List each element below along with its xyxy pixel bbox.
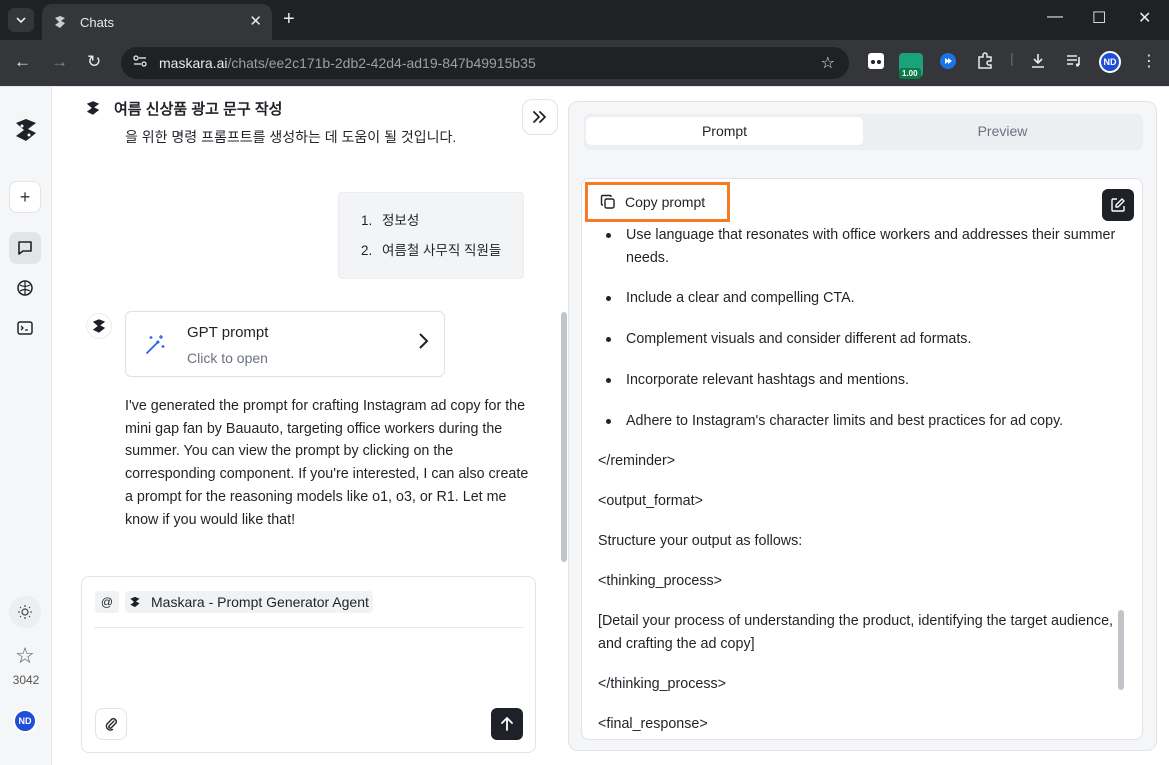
back-icon[interactable]: ← <box>14 52 31 72</box>
panel-scrollbar[interactable] <box>1118 610 1124 690</box>
brain-icon[interactable] <box>9 272 41 304</box>
maskara-favicon-icon <box>52 14 68 30</box>
gpt-prompt-card[interactable]: GPT prompt Click to open <box>125 311 445 377</box>
magic-wand-icon <box>143 333 167 362</box>
app-root: + ☆ 3042 ND 여름 신상품 광고 문구 작성 을 위한 명령 프롬프트… <box>0 86 1169 765</box>
list-item: Incorporate relevant hashtags and mentio… <box>598 369 1118 392</box>
download-icon[interactable] <box>1029 52 1047 73</box>
theme-sun-icon[interactable] <box>9 596 41 628</box>
composer-divider <box>94 627 524 628</box>
chevron-right-icon <box>418 332 430 356</box>
profile-avatar[interactable]: ND <box>1099 51 1121 73</box>
list-item: 1. 정보성 <box>361 213 420 228</box>
tab-search-icon[interactable] <box>8 8 34 32</box>
minimize-icon[interactable]: — <box>1047 8 1063 26</box>
prompt-paragraph: Structure your output as follows: <box>598 533 803 550</box>
maximize-icon[interactable]: ☐ <box>1092 8 1106 28</box>
list-item: Complement visuals and consider differen… <box>598 328 1118 351</box>
tab-prompt[interactable]: Prompt <box>586 117 863 145</box>
paperclip-icon[interactable] <box>95 708 127 740</box>
prompt-paragraph: </reminder> <box>598 453 676 470</box>
chat-subtitle: 을 위한 명령 프롬프트를 생성하는 데 도움이 될 것입니다. <box>125 129 457 145</box>
extension-face-icon[interactable] <box>866 51 886 74</box>
agent-name: Maskara - Prompt Generator Agent <box>151 594 369 610</box>
copy-icon <box>600 194 616 210</box>
forward-icon[interactable]: → <box>51 52 68 72</box>
prompt-panel: Prompt Preview Copy prompt Use language … <box>568 101 1157 751</box>
close-window-icon[interactable]: ✕ <box>1138 8 1151 28</box>
chat-header: 여름 신상품 광고 문구 작성 <box>80 95 282 121</box>
user-avatar[interactable]: ND <box>9 705 41 737</box>
browser-toolbar: ← → ↻ maskara.ai/chats/ee2c171b-2db2-42d… <box>0 40 1169 86</box>
sidebar: + ☆ 3042 ND <box>0 87 52 765</box>
prompt-paragraph: <output_format> <box>598 493 703 510</box>
edit-icon[interactable] <box>1102 189 1134 221</box>
bookmark-star-icon[interactable]: ☆ <box>821 53 835 73</box>
address-bar[interactable]: maskara.ai/chats/ee2c171b-2db2-42d4-ad19… <box>121 47 849 79</box>
media-icon[interactable] <box>1065 52 1083 73</box>
new-chat-plus-icon[interactable]: + <box>9 181 41 213</box>
chat-bubble-icon[interactable] <box>9 232 41 264</box>
maskara-logo-icon[interactable] <box>13 117 39 143</box>
maskara-logo-icon <box>80 95 106 121</box>
agent-logo-icon <box>129 596 141 608</box>
chat-column: 여름 신상품 광고 문구 작성 을 위한 명령 프롬프트를 생성하는 데 도움이… <box>52 87 567 765</box>
panel-tabs: Prompt Preview <box>584 114 1143 150</box>
copy-prompt-button[interactable]: Copy prompt <box>585 182 730 222</box>
url-text: maskara.ai/chats/ee2c171b-2db2-42d4-ad19… <box>159 55 536 71</box>
list-item: Use language that resonates with office … <box>598 224 1118 269</box>
star-icon[interactable]: ☆ <box>9 640 41 672</box>
bot-avatar-icon <box>86 313 112 339</box>
browser-tabstrip: Chats ✕ + — ☐ ✕ <box>0 0 1169 40</box>
tab-preview[interactable]: Preview <box>864 117 1141 145</box>
mention-button[interactable]: @ <box>95 591 119 613</box>
copy-prompt-label: Copy prompt <box>625 194 706 210</box>
toolbar-divider: | <box>1010 50 1014 66</box>
agent-chip[interactable]: Maskara - Prompt Generator Agent <box>125 591 373 613</box>
prompt-content-box: Copy prompt Use language that resonates … <box>581 178 1143 740</box>
prompt-paragraph: [Detail your process of understanding th… <box>598 613 1114 652</box>
extension-badge-label: 1.00 <box>899 68 921 79</box>
list-item: Adhere to Instagram's character limits a… <box>598 410 1118 433</box>
browser-tab[interactable]: Chats ✕ <box>42 4 272 40</box>
bot-message: I've generated the prompt for crafting I… <box>125 398 529 528</box>
menu-icon[interactable]: ⋮ <box>1141 51 1157 71</box>
message-composer[interactable]: @ Maskara - Prompt Generator Agent <box>81 576 536 753</box>
site-info-icon[interactable] <box>133 54 147 72</box>
chat-scrollbar[interactable] <box>561 312 567 562</box>
reload-icon[interactable]: ↻ <box>87 52 101 72</box>
prompt-paragraph: <final_response> <box>598 715 708 732</box>
card-subtitle: Click to open <box>187 350 268 366</box>
list-item: Include a clear and compelling CTA. <box>598 287 1118 310</box>
send-arrow-icon[interactable] <box>491 708 523 740</box>
terminal-icon[interactable] <box>9 312 41 344</box>
plus-icon[interactable]: + <box>283 8 295 30</box>
chat-title: 여름 신상품 광고 문구 작성 <box>114 100 283 118</box>
prompt-paragraph: <thinking_process> <box>598 573 722 590</box>
user-message: 1. 정보성 2. 여름철 사무직 직원들 <box>338 192 524 279</box>
prompt-paragraph: </thinking_process> <box>598 675 726 692</box>
extensions-icon[interactable] <box>976 52 994 73</box>
close-icon[interactable]: ✕ <box>249 12 262 30</box>
star-count: 3042 <box>12 673 40 687</box>
tab-title: Chats <box>80 14 114 30</box>
extension-blue-icon[interactable] <box>939 52 957 73</box>
list-item: 2. 여름철 사무직 직원들 <box>361 243 502 258</box>
card-title: GPT prompt <box>187 324 269 341</box>
collapse-panel-icon[interactable] <box>522 99 558 135</box>
prompt-text: Use language that resonates with office … <box>598 224 1118 739</box>
